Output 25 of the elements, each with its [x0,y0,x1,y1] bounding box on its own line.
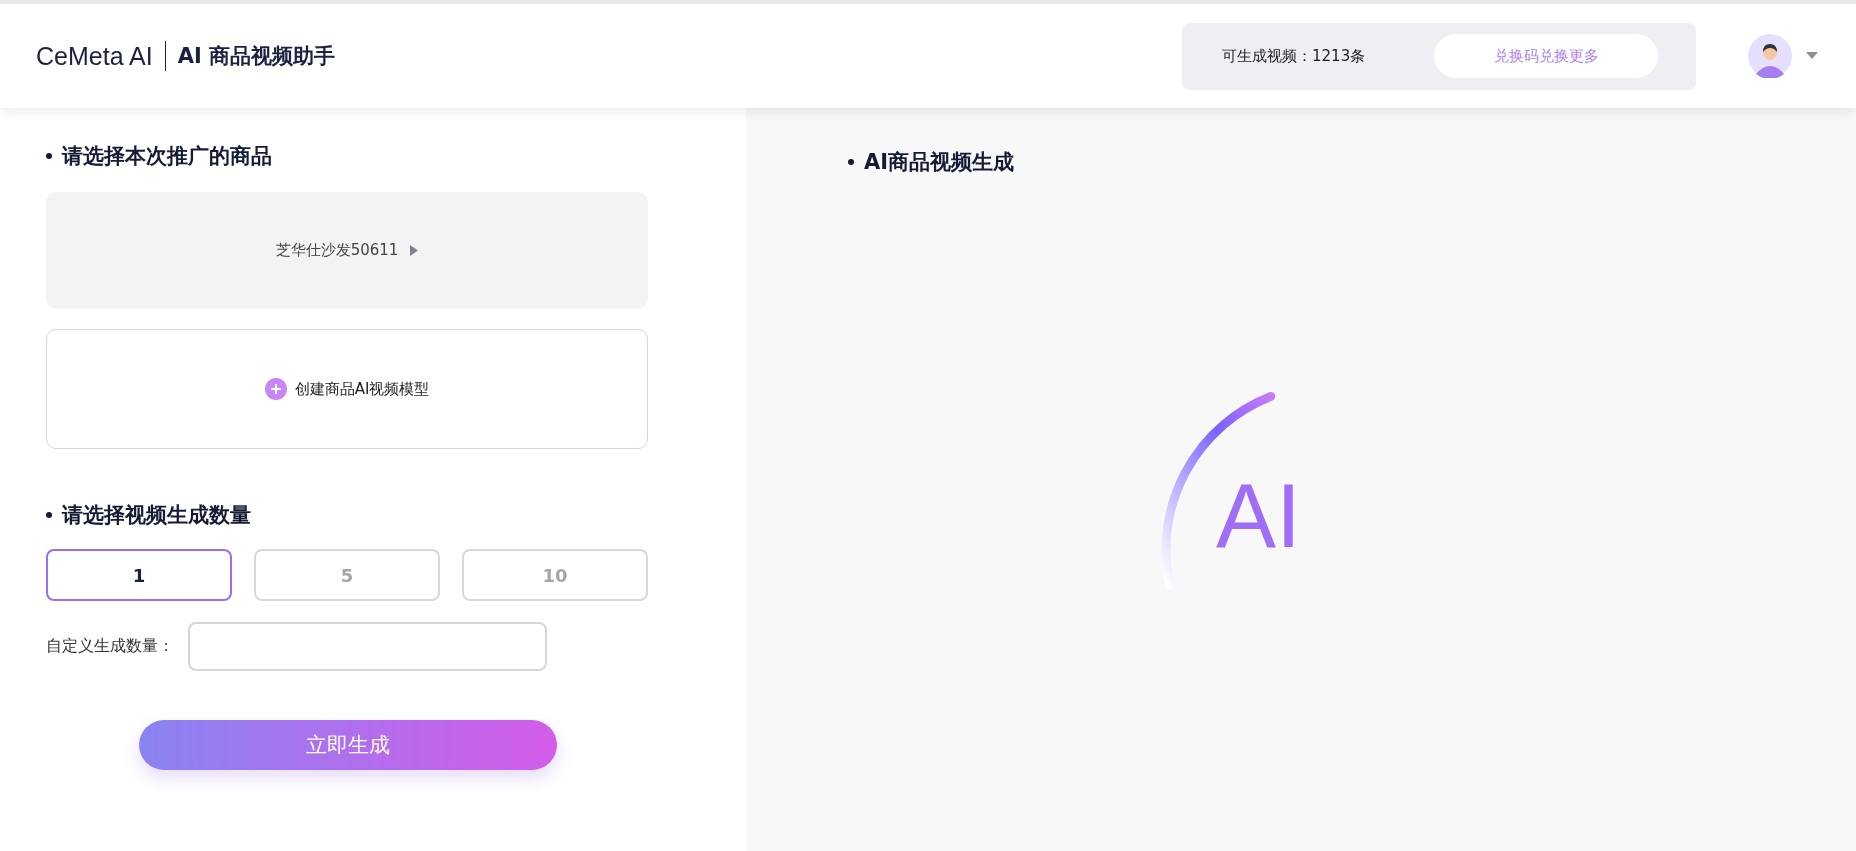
bullet-icon [848,159,854,165]
section-heading: AI商品视频生成 [864,149,1015,176]
redeem-button[interactable]: 兑换码兑换更多 [1434,34,1658,78]
custom-quantity-label: 自定义生成数量： [46,636,174,657]
quantity-option[interactable]: 10 [462,549,648,601]
logo-text: CeMeta AI [36,41,153,71]
bullet-icon [46,153,52,159]
plus-icon [264,378,287,400]
avatar-icon[interactable] [1748,34,1792,78]
caret-icon[interactable] [1806,52,1818,60]
custom-quantity-field[interactable] [188,622,547,671]
create-model-label: 创建商品AI视频模型 [294,379,430,399]
create-model-card[interactable]: 创建商品AI视频模型 [46,329,648,449]
generate-button[interactable]: 立即生成 [139,720,557,770]
product-name: 芝华仕沙发50611 [275,241,399,260]
product-selector[interactable]: 芝华仕沙发50611 [46,192,648,309]
section-heading: 请选择视频生成数量 [62,502,251,529]
quantity-option[interactable]: 5 [254,549,440,601]
section-heading: 请选择本次推广的商品 [62,143,272,170]
ai-badge-text: AI [1216,464,1302,568]
bullet-icon [46,512,52,518]
play-icon [410,245,419,256]
quota-text: 可生成视频：1213条 [1222,46,1366,66]
app-title: AI 商品视频助手 [177,43,336,70]
quantity-option[interactable]: 1 [46,549,232,601]
